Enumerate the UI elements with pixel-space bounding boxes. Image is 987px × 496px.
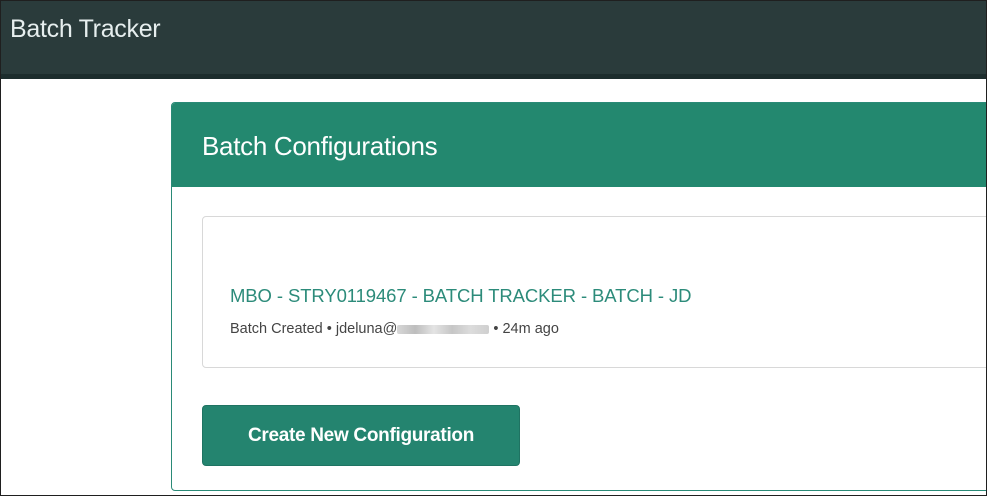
meta-separator: • (493, 321, 499, 337)
redacted-email-domain (397, 324, 490, 334)
create-new-configuration-button[interactable]: Create New Configuration (202, 405, 520, 466)
top-navbar: Batch Tracker (1, 1, 986, 79)
configuration-link[interactable]: MBO - STRY0119467 - BATCH TRACKER - BATC… (230, 285, 692, 307)
panel-header: Batch Configurations (172, 103, 986, 187)
batch-configurations-panel: Batch Configurations MBO - STRY0119467 -… (171, 102, 986, 491)
meta-separator: • (326, 321, 332, 337)
app-window: Batch Tracker Batch Configurations MBO -… (0, 0, 987, 496)
app-title: Batch Tracker (10, 15, 161, 43)
configuration-status: Batch Created (230, 321, 323, 337)
configuration-user: jdeluna@ (335, 321, 398, 337)
configuration-time: 24m ago (502, 321, 559, 337)
panel-title: Batch Configurations (202, 131, 438, 161)
configuration-card: MBO - STRY0119467 - BATCH TRACKER - BATC… (202, 216, 986, 368)
configuration-meta: Batch Created • jdeluna@ • 24m ago (230, 321, 559, 337)
